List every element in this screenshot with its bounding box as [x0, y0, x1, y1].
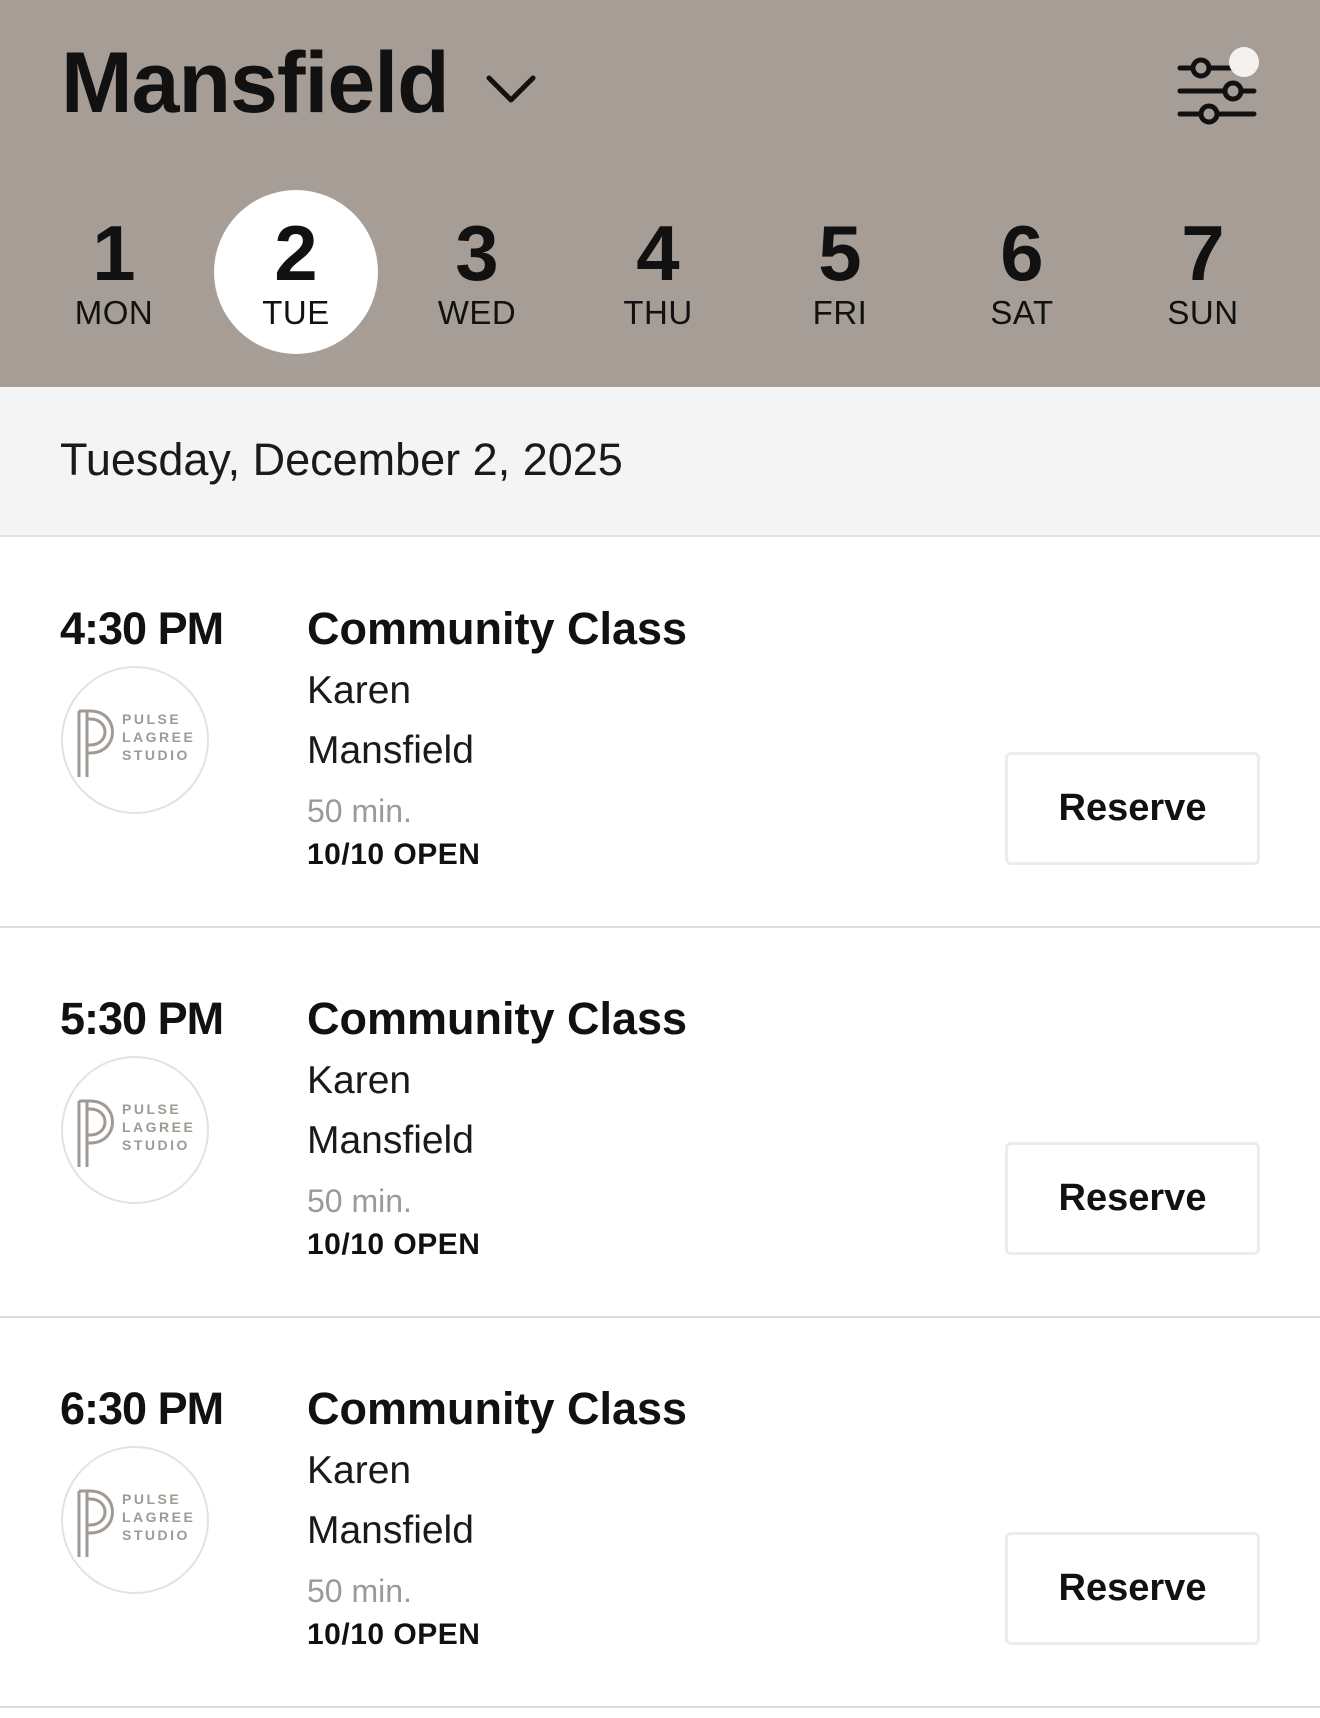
day-number: 5 [818, 209, 862, 297]
day-label: FRI [812, 294, 868, 331]
class-title: Community Class [307, 993, 688, 1044]
class-studio: Mansfield [307, 729, 474, 772]
reserve-button[interactable]: Reserve [1005, 752, 1260, 865]
class-time: 6:30 PM [60, 1383, 224, 1434]
day-picker: 1 MON 2 TUE 3 WED 4 THU 5 FRI 6 SAT 7 SU… [0, 190, 1320, 355]
day-label: TUE [262, 294, 330, 331]
chevron-down-icon [486, 75, 536, 103]
class-availability: 10/10 OPEN [307, 1618, 481, 1651]
day-number: 7 [1181, 209, 1225, 297]
class-list: 4:30 PM PULSE LAGREE STUDIO Community Cl… [0, 538, 1320, 1708]
location-selector[interactable]: Mansfield [61, 40, 539, 126]
day-label: WED [437, 294, 517, 331]
day-number: 6 [1000, 209, 1044, 297]
svg-text:LAGREE: LAGREE [122, 1119, 195, 1135]
svg-text:STUDIO: STUDIO [122, 1137, 190, 1153]
schedule-header: Mansfield 1 MON 2 TUE 3 WED 4 THU 5 FRI … [0, 0, 1320, 387]
studio-logo: PULSE LAGREE STUDIO [61, 1446, 209, 1594]
class-availability: 10/10 OPEN [307, 1228, 481, 1261]
svg-text:STUDIO: STUDIO [122, 747, 190, 763]
studio-logo: PULSE LAGREE STUDIO [61, 1056, 209, 1204]
day-label: SUN [1167, 294, 1239, 331]
day-label: SAT [990, 294, 1054, 331]
selected-date-bar: Tuesday, December 2, 2025 [0, 387, 1320, 537]
class-row: 6:30 PM PULSE LAGREE STUDIO Community Cl… [0, 1318, 1320, 1708]
class-row: 4:30 PM PULSE LAGREE STUDIO Community Cl… [0, 538, 1320, 928]
svg-text:STUDIO: STUDIO [122, 1527, 190, 1543]
day-sat[interactable]: 6 SAT [940, 190, 1104, 354]
class-instructor: Karen [307, 1449, 412, 1492]
location-name: Mansfield [61, 35, 450, 131]
class-availability: 10/10 OPEN [307, 838, 481, 871]
day-thu[interactable]: 4 THU [576, 190, 740, 354]
class-title: Community Class [307, 1383, 688, 1434]
filter-indicator-dot [1229, 47, 1259, 77]
class-row: 5:30 PM PULSE LAGREE STUDIO Community Cl… [0, 928, 1320, 1318]
studio-logo: PULSE LAGREE STUDIO [61, 666, 209, 814]
class-time: 5:30 PM [60, 993, 224, 1044]
class-time: 4:30 PM [60, 603, 224, 654]
day-number: 3 [455, 209, 499, 297]
day-mon[interactable]: 1 MON [32, 190, 196, 354]
svg-text:PULSE: PULSE [122, 1101, 181, 1117]
day-number: 2 [274, 209, 318, 297]
day-sun[interactable]: 7 SUN [1121, 190, 1285, 354]
class-instructor: Karen [307, 669, 412, 712]
class-duration: 50 min. [307, 793, 412, 829]
class-studio: Mansfield [307, 1509, 474, 1552]
svg-text:LAGREE: LAGREE [122, 729, 195, 745]
day-tue[interactable]: 2 TUE [214, 190, 378, 354]
day-fri[interactable]: 5 FRI [758, 190, 922, 354]
svg-text:LAGREE: LAGREE [122, 1509, 195, 1525]
reserve-button[interactable]: Reserve [1005, 1532, 1260, 1645]
class-title: Community Class [307, 603, 688, 654]
day-label: THU [623, 294, 693, 331]
class-instructor: Karen [307, 1059, 412, 1102]
svg-text:PULSE: PULSE [122, 711, 181, 727]
day-label: MON [74, 294, 154, 331]
day-wed[interactable]: 3 WED [395, 190, 559, 354]
reserve-button[interactable]: Reserve [1005, 1142, 1260, 1255]
class-studio: Mansfield [307, 1119, 474, 1162]
selected-date-heading: Tuesday, December 2, 2025 [60, 434, 623, 485]
class-duration: 50 min. [307, 1573, 412, 1609]
day-number: 4 [636, 209, 680, 297]
day-number: 1 [92, 209, 136, 297]
svg-text:PULSE: PULSE [122, 1491, 181, 1507]
class-duration: 50 min. [307, 1183, 412, 1219]
